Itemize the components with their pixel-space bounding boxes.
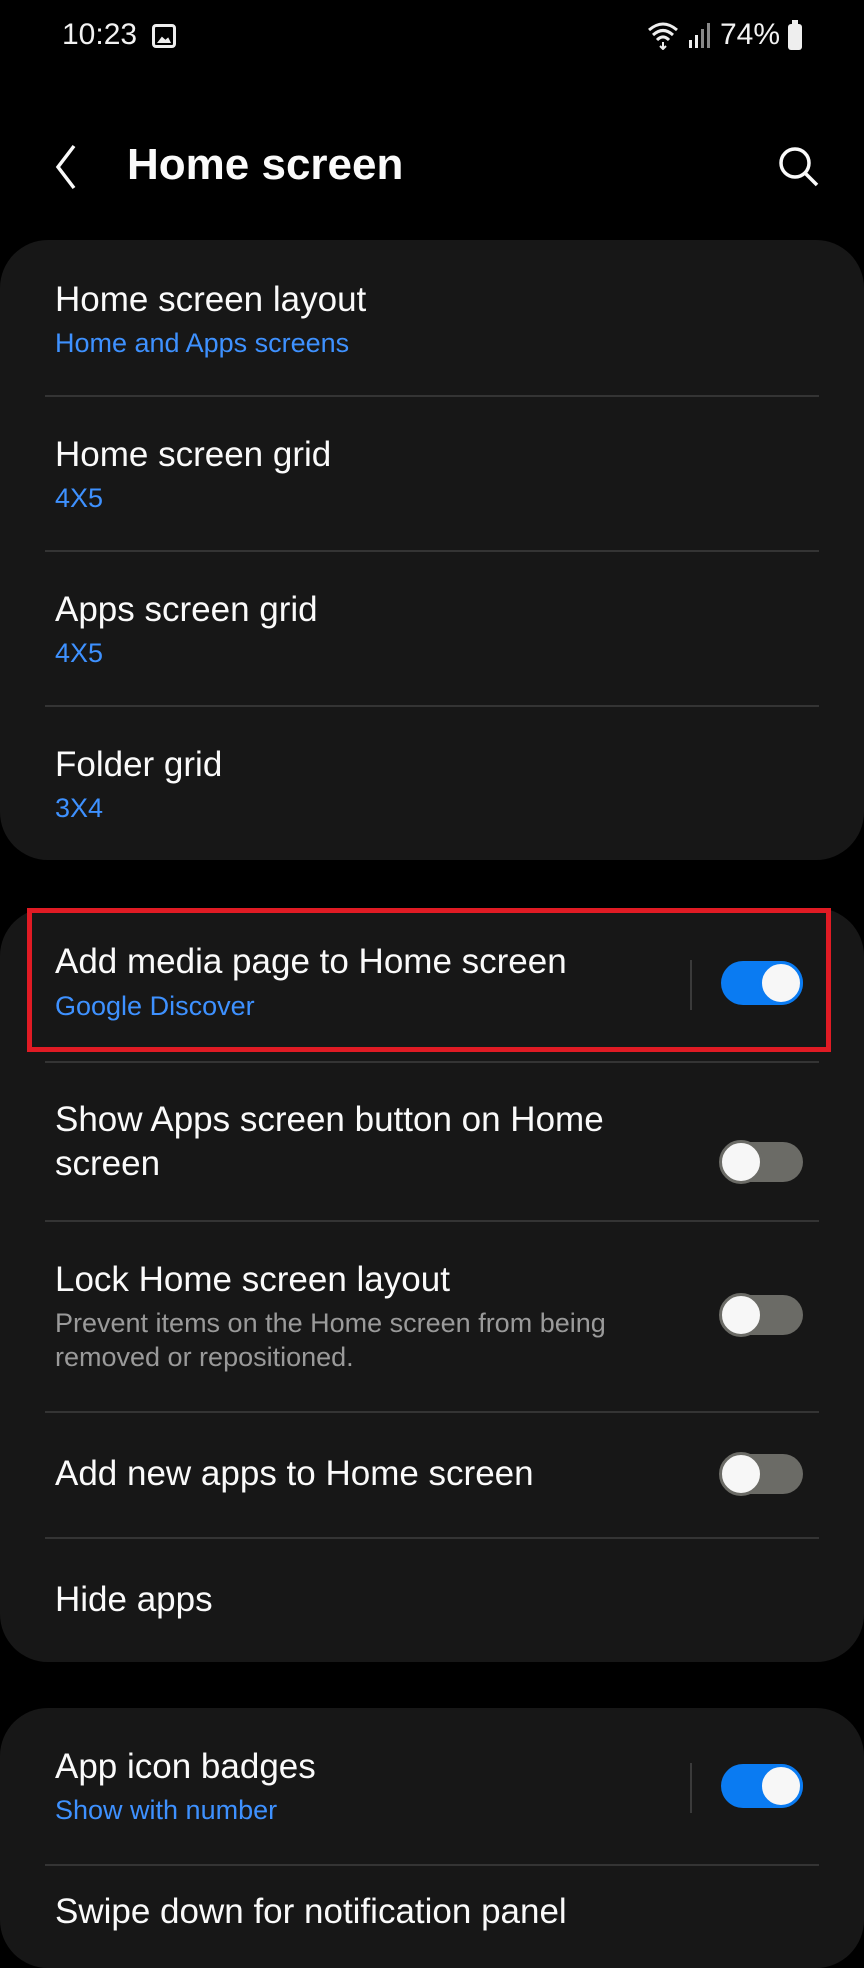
divider <box>45 1061 819 1063</box>
toggle-knob <box>759 961 803 1005</box>
divider <box>45 1864 819 1866</box>
page-title: Home screen <box>127 140 404 189</box>
status-bar: 10:23 74% <box>0 0 864 80</box>
app-bar: Home screen <box>0 120 864 220</box>
toggle-knob <box>719 1293 763 1337</box>
item-title: Lock Home screen layout <box>55 1260 450 1299</box>
item-subtitle: Google Discover <box>55 991 255 1021</box>
divider <box>45 1220 819 1222</box>
divider <box>45 1411 819 1413</box>
item-title: Swipe down for notification panel <box>55 1892 567 1931</box>
item-subtitle: 4X5 <box>55 483 104 513</box>
toggle-knob <box>719 1140 763 1184</box>
divider <box>45 1537 819 1539</box>
app-icon-badges-toggle[interactable] <box>721 1764 803 1808</box>
add-new-apps-item[interactable]: Add new apps to Home screen <box>0 1440 864 1540</box>
hide-apps-item[interactable]: Hide apps <box>0 1560 864 1650</box>
battery-percent: 74% <box>719 18 780 51</box>
item-subtitle: 4X5 <box>55 638 104 668</box>
toggle-knob <box>759 1764 803 1808</box>
toggle-knob <box>719 1452 763 1496</box>
lock-layout-item[interactable]: Lock Home screen layout Prevent items on… <box>0 1250 864 1400</box>
item-title: App icon badges <box>55 1747 316 1786</box>
home-screen-grid-item[interactable]: Home screen grid 4X5 <box>0 425 864 525</box>
apps-screen-grid-item[interactable]: Apps screen grid 4X5 <box>0 580 864 680</box>
item-title: Add media page to Home screen <box>55 942 567 981</box>
show-apps-button-toggle[interactable] <box>719 1140 803 1184</box>
swipe-down-notification-item[interactable]: Swipe down for notification panel <box>0 1890 864 1950</box>
battery-icon <box>788 20 802 50</box>
show-apps-button-item[interactable]: Show Apps screen button on Home screen <box>0 1090 864 1220</box>
separator <box>690 1763 692 1813</box>
status-icons: 74% <box>646 18 802 52</box>
home-screen-layout-item[interactable]: Home screen layout Home and Apps screens <box>0 270 864 370</box>
lock-layout-toggle[interactable] <box>719 1293 803 1337</box>
item-subtitle: 3X4 <box>55 793 104 823</box>
back-button[interactable] <box>48 142 88 192</box>
search-icon[interactable] <box>774 142 824 192</box>
status-time: 10:23 <box>62 18 138 51</box>
wifi-icon <box>647 22 678 50</box>
item-description: Prevent items on the Home screen from be… <box>55 1308 606 1372</box>
app-icon-badges-item[interactable]: App icon badges Show with number <box>0 1738 864 1838</box>
add-media-page-toggle[interactable] <box>721 961 803 1005</box>
item-title: Home screen layout <box>55 280 367 319</box>
item-title: Home screen grid <box>55 435 332 474</box>
divider <box>45 550 819 552</box>
add-new-apps-toggle[interactable] <box>719 1452 803 1496</box>
add-media-page-item[interactable]: Add media page to Home screen Google Dis… <box>0 935 864 1035</box>
folder-grid-item[interactable]: Folder grid 3X4 <box>0 735 864 835</box>
item-subtitle: Show with number <box>55 1795 278 1825</box>
item-title: Hide apps <box>55 1580 213 1619</box>
item-title: Apps screen grid <box>55 590 318 629</box>
item-title: Show Apps screen button on Home screen <box>55 1100 604 1183</box>
separator <box>690 960 692 1010</box>
divider <box>45 395 819 397</box>
signal-icon <box>688 23 710 48</box>
item-title: Add new apps to Home screen <box>55 1454 534 1493</box>
item-subtitle: Home and Apps screens <box>55 328 350 358</box>
item-title: Folder grid <box>55 745 223 784</box>
image-notification-icon <box>152 24 176 48</box>
divider <box>45 705 819 707</box>
